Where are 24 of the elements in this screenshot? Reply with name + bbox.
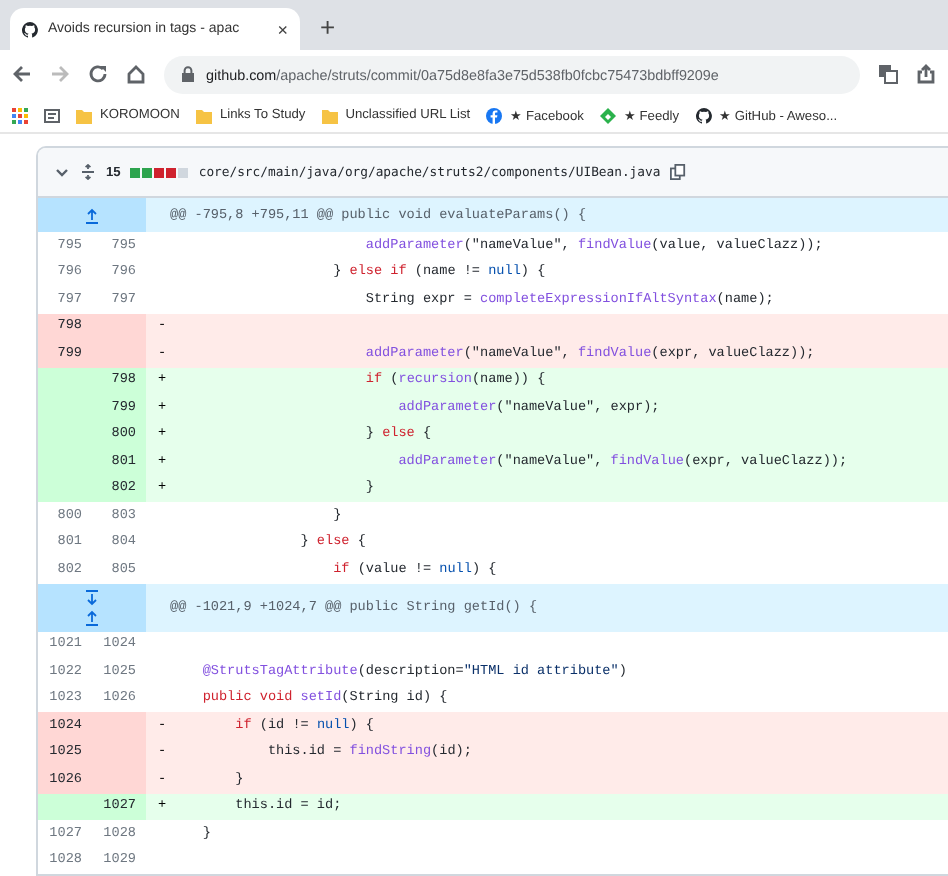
share-icon[interactable] (916, 64, 936, 84)
folder-icon (195, 107, 212, 123)
expand-icon[interactable] (80, 164, 96, 180)
chevron-down-icon[interactable] (54, 164, 70, 180)
folder-icon (321, 107, 338, 123)
reload-icon[interactable] (88, 64, 108, 84)
expand-down-icon[interactable] (84, 589, 100, 605)
home-icon[interactable] (126, 64, 146, 84)
expand-up-icon[interactable] (84, 207, 100, 223)
copy-icon[interactable] (670, 164, 687, 180)
diamond-logo-icon (599, 107, 616, 123)
expand-up-icon[interactable] (84, 609, 100, 625)
lock-icon (180, 66, 196, 82)
close-tab-button[interactable]: × (277, 19, 288, 39)
github-logo-icon (22, 21, 38, 37)
reading-list-icon[interactable] (44, 107, 60, 123)
github-logo-icon (695, 107, 712, 123)
facebook-logo-icon (486, 107, 503, 123)
translate-icon[interactable] (878, 64, 898, 84)
new-tab-button[interactable]: + (320, 12, 336, 42)
apps-grid-icon[interactable] (12, 107, 28, 123)
back-arrow-icon[interactable] (12, 64, 32, 84)
folder-icon (76, 107, 92, 123)
expand-button[interactable] (38, 583, 146, 631)
